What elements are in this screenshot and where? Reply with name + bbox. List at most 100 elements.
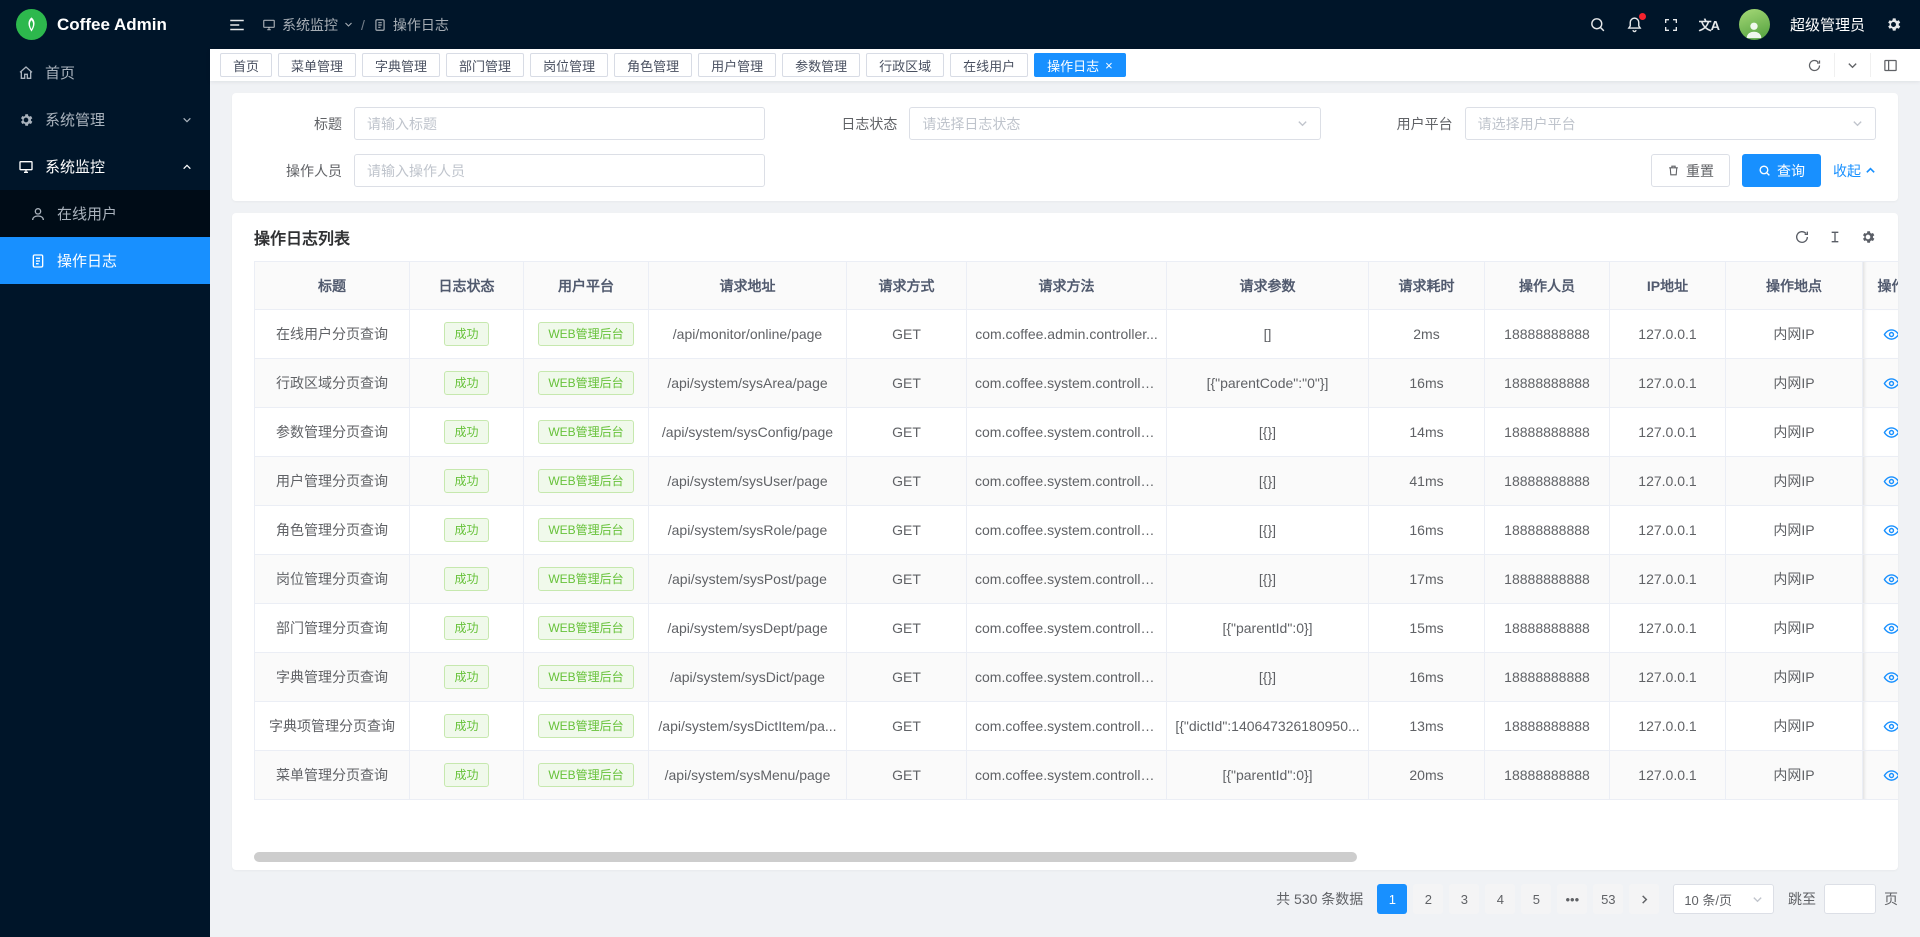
settings-gear-icon[interactable] bbox=[1885, 16, 1902, 33]
view-detail-eye-icon[interactable] bbox=[1883, 767, 1898, 784]
jump-to-page: 跳至 页 bbox=[1788, 884, 1898, 914]
page-size-select[interactable]: 10 条/页 bbox=[1673, 884, 1774, 914]
filter-panel: 标题 日志状态 请选择日志状态 用户平台 请选择用户平台 bbox=[232, 93, 1898, 201]
pagination: 共 530 条数据 1 2 3 4 5 ••• 53 10 条/页 bbox=[232, 884, 1898, 914]
sidebar-item-system-management[interactable]: 系统管理 bbox=[0, 96, 210, 143]
pager: 1 2 3 4 5 ••• 53 bbox=[1377, 884, 1659, 914]
tab-online-users[interactable]: 在线用户 bbox=[950, 53, 1028, 77]
table-row[interactable]: 参数管理分页查询 成功 WEB管理后台 /api/system/sysConfi… bbox=[255, 408, 1899, 457]
tab-menu-management[interactable]: 菜单管理 bbox=[278, 53, 356, 77]
jump-page-input[interactable] bbox=[1824, 884, 1876, 914]
operator-filter-label: 操作人员 bbox=[254, 161, 354, 181]
chevron-down-icon bbox=[1852, 118, 1863, 129]
tab-operation-log[interactable]: 操作日志 × bbox=[1034, 53, 1126, 77]
breadcrumb-item-operation-log[interactable]: 操作日志 bbox=[373, 15, 449, 35]
tab-user-management[interactable]: 用户管理 bbox=[698, 53, 776, 77]
tabbar: 首页 菜单管理 字典管理 部门管理 岗位管理 角色管理 用户管理 参数管理 行政… bbox=[210, 49, 1920, 81]
status-tag: 成功 bbox=[444, 469, 488, 493]
table-row[interactable]: 字典管理分页查询 成功 WEB管理后台 /api/system/sysDict/… bbox=[255, 653, 1899, 702]
breadcrumb-item-monitor[interactable]: 系统监控 bbox=[262, 15, 353, 35]
tab-dept-management[interactable]: 部门管理 bbox=[446, 53, 524, 77]
more-pages-ellipsis[interactable]: ••• bbox=[1557, 884, 1587, 914]
tab-options-chevron-icon[interactable] bbox=[1834, 53, 1870, 77]
sidebar: Coffee Admin 首页 系统管理 系统监控 在线用户 bbox=[0, 0, 210, 937]
tab-post-management[interactable]: 岗位管理 bbox=[530, 53, 608, 77]
status-tag: 成功 bbox=[444, 322, 488, 346]
status-tag: 成功 bbox=[444, 420, 488, 444]
reset-button[interactable]: 重置 bbox=[1651, 154, 1730, 187]
tab-admin-area[interactable]: 行政区域 bbox=[866, 53, 944, 77]
app-logo: Coffee Admin bbox=[0, 0, 210, 49]
close-tab-icon[interactable]: × bbox=[1105, 59, 1113, 72]
page-button-1[interactable]: 1 bbox=[1377, 884, 1407, 914]
fullscreen-icon[interactable] bbox=[1663, 17, 1679, 33]
view-detail-eye-icon[interactable] bbox=[1883, 620, 1898, 637]
chevron-up-icon bbox=[182, 162, 192, 172]
topbar: 系统监控 / 操作日志 文 bbox=[210, 0, 1920, 49]
page-button-last[interactable]: 53 bbox=[1593, 884, 1623, 914]
tab-dict-management[interactable]: 字典管理 bbox=[362, 53, 440, 77]
platform-filter-select[interactable]: 请选择用户平台 bbox=[1465, 107, 1876, 140]
row-density-icon[interactable] bbox=[1827, 229, 1843, 245]
view-detail-eye-icon[interactable] bbox=[1883, 473, 1898, 490]
next-page-button[interactable] bbox=[1629, 884, 1659, 914]
status-filter-select[interactable]: 请选择日志状态 bbox=[909, 107, 1320, 140]
column-settings-gear-icon[interactable] bbox=[1860, 229, 1876, 245]
sidebar-collapse-icon[interactable] bbox=[228, 16, 246, 34]
chevron-up-icon bbox=[1865, 165, 1876, 176]
collapse-filters-link[interactable]: 收起 bbox=[1833, 161, 1876, 181]
search-button[interactable]: 查询 bbox=[1742, 154, 1821, 187]
table-row[interactable]: 行政区域分页查询 成功 WEB管理后台 /api/system/sysArea/… bbox=[255, 359, 1899, 408]
view-detail-eye-icon[interactable] bbox=[1883, 669, 1898, 686]
view-detail-eye-icon[interactable] bbox=[1883, 326, 1898, 343]
gear-icon bbox=[18, 112, 34, 128]
page-button-5[interactable]: 5 bbox=[1521, 884, 1551, 914]
translate-icon[interactable]: 文A bbox=[1699, 15, 1719, 34]
notification-bell-icon[interactable] bbox=[1626, 16, 1643, 33]
refresh-tab-icon[interactable] bbox=[1795, 53, 1834, 77]
view-detail-eye-icon[interactable] bbox=[1883, 571, 1898, 588]
search-icon[interactable] bbox=[1589, 16, 1606, 33]
total-count-text: 共 530 条数据 bbox=[1276, 889, 1363, 909]
document-icon bbox=[30, 253, 46, 269]
coffee-logo-icon bbox=[16, 9, 47, 40]
table-row[interactable]: 岗位管理分页查询 成功 WEB管理后台 /api/system/sysPost/… bbox=[255, 555, 1899, 604]
page-button-2[interactable]: 2 bbox=[1413, 884, 1443, 914]
refresh-table-icon[interactable] bbox=[1794, 229, 1810, 245]
view-detail-eye-icon[interactable] bbox=[1883, 718, 1898, 735]
table-row[interactable]: 用户管理分页查询 成功 WEB管理后台 /api/system/sysUser/… bbox=[255, 457, 1899, 506]
layout-icon[interactable] bbox=[1870, 53, 1910, 77]
operation-log-table: 标题 日志状态 用户平台 请求地址 请求方式 请求方法 请求参数 请求耗时 操作… bbox=[254, 261, 1898, 800]
table-row[interactable]: 字典项管理分页查询 成功 WEB管理后台 /api/system/sysDict… bbox=[255, 702, 1899, 751]
operator-filter-input[interactable] bbox=[354, 154, 765, 187]
table-row[interactable]: 角色管理分页查询 成功 WEB管理后台 /api/system/sysRole/… bbox=[255, 506, 1899, 555]
user-name[interactable]: 超级管理员 bbox=[1790, 14, 1865, 35]
tab-config-management[interactable]: 参数管理 bbox=[782, 53, 860, 77]
home-icon bbox=[18, 65, 34, 81]
page-button-3[interactable]: 3 bbox=[1449, 884, 1479, 914]
table-row[interactable]: 部门管理分页查询 成功 WEB管理后台 /api/system/sysDept/… bbox=[255, 604, 1899, 653]
table-row[interactable]: 菜单管理分页查询 成功 WEB管理后台 /api/system/sysMenu/… bbox=[255, 751, 1899, 800]
sidebar-menu: 首页 系统管理 系统监控 在线用户 操作日志 bbox=[0, 49, 210, 937]
sidebar-item-home[interactable]: 首页 bbox=[0, 49, 210, 96]
sidebar-item-online-users[interactable]: 在线用户 bbox=[0, 190, 210, 237]
platform-tag: WEB管理后台 bbox=[538, 567, 633, 591]
view-detail-eye-icon[interactable] bbox=[1883, 424, 1898, 441]
tab-home[interactable]: 首页 bbox=[220, 53, 272, 77]
title-filter-input[interactable] bbox=[354, 107, 765, 140]
table-row[interactable]: 在线用户分页查询 成功 WEB管理后台 /api/monitor/online/… bbox=[255, 310, 1899, 359]
page-button-4[interactable]: 4 bbox=[1485, 884, 1515, 914]
platform-tag: WEB管理后台 bbox=[538, 665, 633, 689]
view-detail-eye-icon[interactable] bbox=[1883, 522, 1898, 539]
sidebar-item-operation-log[interactable]: 操作日志 bbox=[0, 237, 210, 284]
horizontal-scrollbar-thumb[interactable] bbox=[254, 852, 1357, 862]
app-title: Coffee Admin bbox=[57, 15, 167, 35]
filter-actions: 重置 查询 收起 bbox=[809, 154, 1876, 187]
monitor-icon bbox=[18, 159, 34, 175]
sidebar-submenu: 在线用户 操作日志 bbox=[0, 190, 210, 284]
avatar[interactable] bbox=[1739, 9, 1770, 40]
tab-role-management[interactable]: 角色管理 bbox=[614, 53, 692, 77]
view-detail-eye-icon[interactable] bbox=[1883, 375, 1898, 392]
sidebar-item-system-monitor[interactable]: 系统监控 bbox=[0, 143, 210, 190]
status-tag: 成功 bbox=[444, 567, 488, 591]
